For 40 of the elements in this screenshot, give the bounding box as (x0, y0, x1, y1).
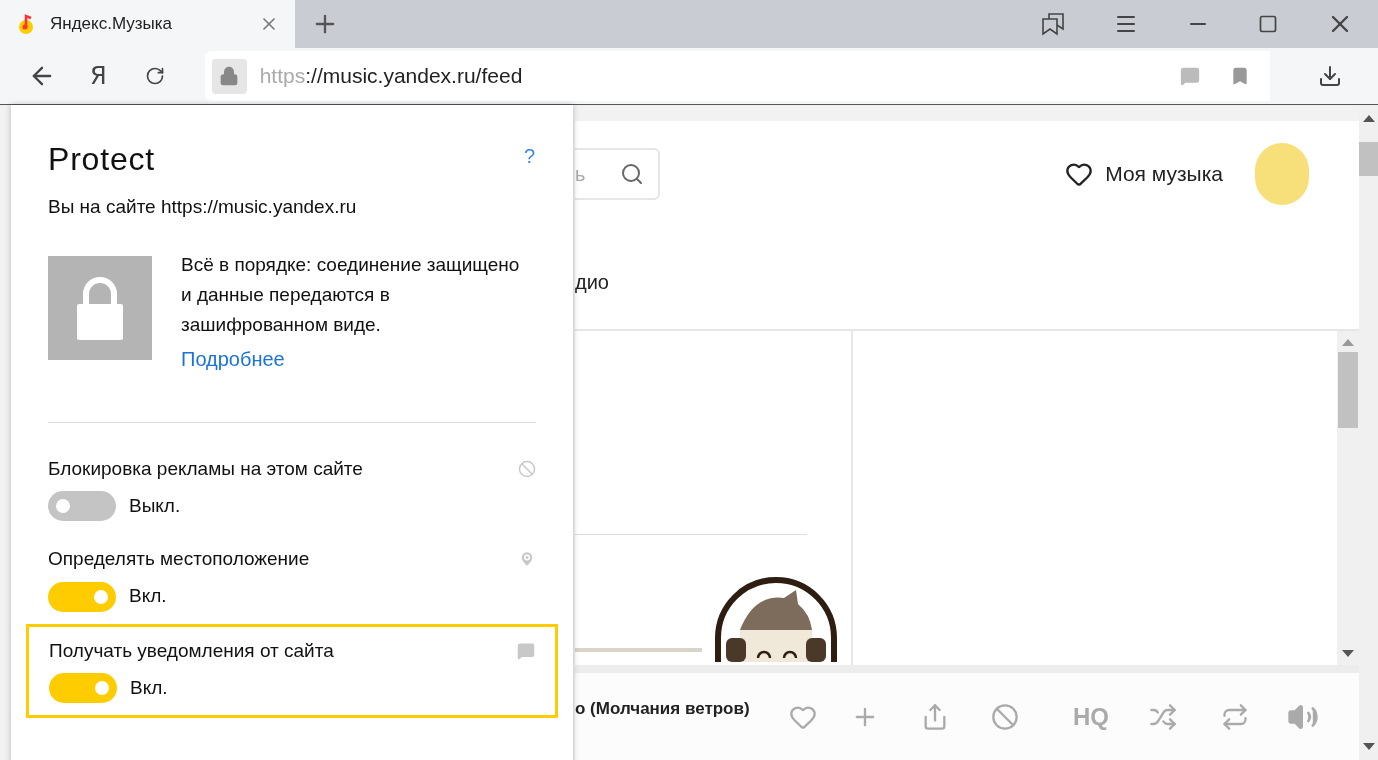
nav-link[interactable]: дио (575, 267, 1359, 297)
scrollbar[interactable] (1337, 331, 1359, 665)
maximize-icon[interactable] (1258, 14, 1278, 34)
search-icon[interactable] (620, 162, 644, 186)
status-text: Всё в порядке: соединение защищено и данные передаются в зашифрованном виде. (181, 252, 521, 337)
my-music-link[interactable]: Моя музыка (1105, 158, 1223, 190)
repeat-icon[interactable] (1221, 702, 1249, 731)
chat-bubble-icon[interactable] (1179, 66, 1200, 86)
download-icon[interactable] (1317, 64, 1342, 88)
address-bar[interactable]: https://music.yandex.ru/feed (204, 51, 1270, 101)
browser-tab[interactable]: Яндекс.Музыка (0, 0, 295, 48)
shuffle-icon[interactable] (1149, 702, 1177, 731)
help-link[interactable]: ? (523, 141, 535, 171)
setting-title: Блокировка рекламы на этом сайте (48, 456, 363, 481)
url-text: https://music.yandex.ru/feed (259, 63, 524, 90)
bookmarks-icon[interactable] (1040, 11, 1066, 37)
toggle-state: Вкл. (130, 675, 168, 700)
block-icon[interactable] (991, 702, 1019, 731)
toggle-switch[interactable] (48, 491, 116, 521)
yandex-button[interactable]: Я (90, 58, 107, 94)
block-icon (518, 459, 536, 478)
lock-icon (219, 66, 240, 86)
setting-title: Определять местоположение (48, 547, 310, 571)
lock-button[interactable] (211, 58, 247, 94)
search-placeholder: ь (575, 162, 586, 187)
location-pin-icon (518, 550, 536, 569)
reload-icon[interactable] (144, 66, 165, 86)
setting-title: Получать уведомления от сайта (49, 638, 334, 663)
protect-logo: Protect (48, 140, 155, 179)
track-title: о (Молчания ветров) (575, 697, 751, 720)
toggle-switch[interactable] (48, 581, 116, 612)
toggle-switch[interactable] (49, 673, 117, 703)
tab-title: Яндекс.Музыка (50, 13, 174, 36)
toggle-state: Выкл. (129, 493, 181, 518)
toggle-state: Вкл. (129, 584, 167, 609)
heart-icon[interactable] (1065, 160, 1094, 188)
site-text: Вы на сайте https://music.yandex.ru (48, 195, 358, 219)
more-link[interactable]: Подробнее (181, 343, 531, 374)
chat-bubble-icon (517, 641, 535, 660)
lock-icon (76, 275, 124, 340)
